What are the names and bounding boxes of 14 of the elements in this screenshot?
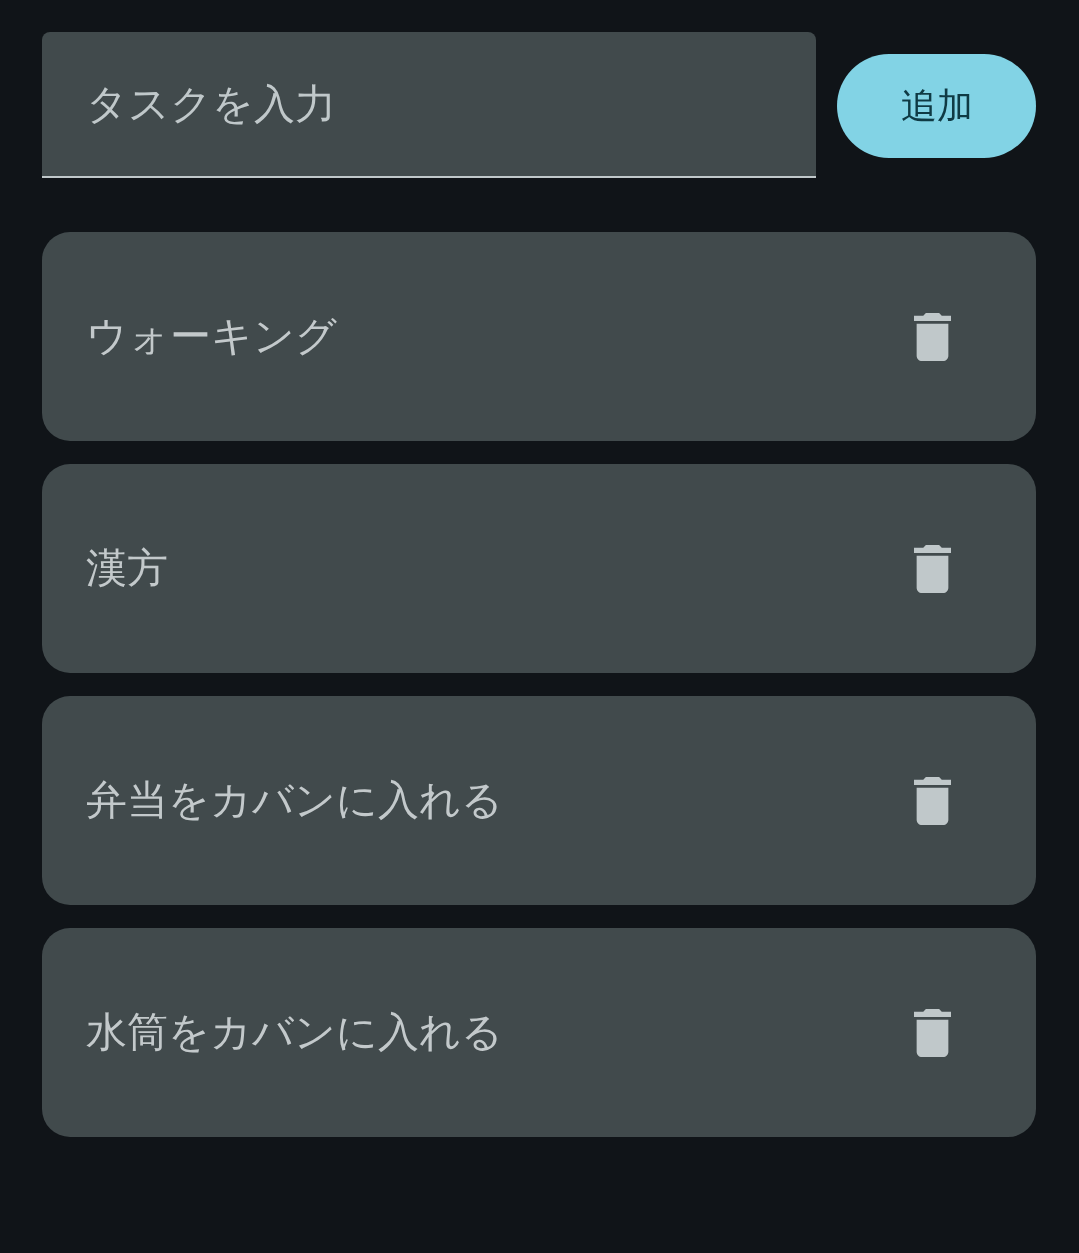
delete-button[interactable] <box>914 312 951 361</box>
trash-icon <box>914 1008 951 1057</box>
trash-icon <box>914 544 951 593</box>
add-button[interactable]: 追加 <box>837 54 1036 158</box>
task-text: 水筒をカバンに入れる <box>86 1007 503 1058</box>
delete-button[interactable] <box>914 776 951 825</box>
task-text: 弁当をカバンに入れる <box>86 775 503 826</box>
trash-icon <box>914 312 951 361</box>
task-text: ウォーキング <box>86 311 337 362</box>
delete-button[interactable] <box>914 1008 951 1057</box>
task-text: 漢方 <box>86 543 168 594</box>
delete-button[interactable] <box>914 544 951 593</box>
trash-icon <box>914 776 951 825</box>
task-input-field[interactable]: タスクを入力 <box>42 32 816 178</box>
